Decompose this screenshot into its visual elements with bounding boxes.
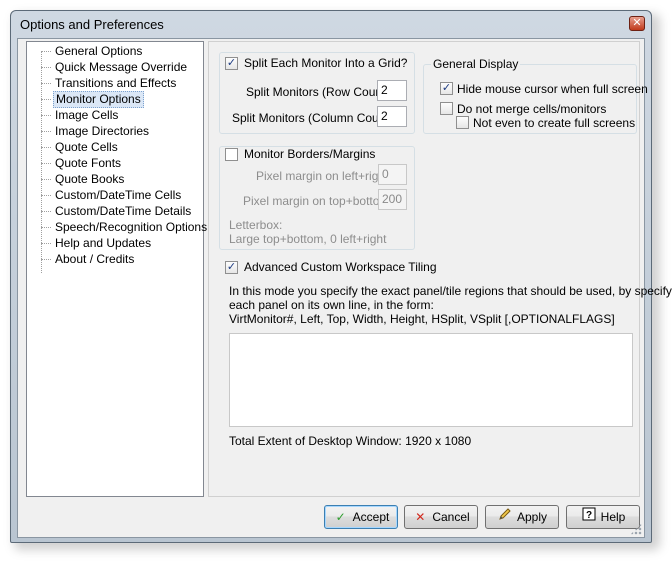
- window-title: Options and Preferences: [20, 17, 164, 32]
- borders-checkbox[interactable]: [225, 148, 238, 161]
- tree-item-label: Quick Message Override: [55, 60, 188, 74]
- cancel-button[interactable]: ✕ Cancel: [404, 505, 478, 529]
- row-count-input[interactable]: 2: [377, 80, 407, 101]
- column-count-input[interactable]: 2: [377, 106, 407, 127]
- tree-branch: [41, 115, 51, 116]
- tiling-regions-textarea[interactable]: [229, 333, 633, 427]
- monitor-options-pane: ✓ Split Each Monitor Into a Grid? Split …: [208, 41, 672, 497]
- hide-cursor-label: Hide mouse cursor when full screen: [457, 82, 648, 96]
- no-fullscreen-checkbox[interactable]: [456, 116, 469, 129]
- tree-branch: [41, 243, 51, 244]
- title-bar[interactable]: Options and Preferences ✕: [11, 11, 651, 37]
- tree-item-label: Custom/DateTime Details: [55, 204, 192, 218]
- letterbox-description: Large top+bottom, 0 left+right: [229, 232, 387, 246]
- column-count-label: Split Monitors (Column Count):: [232, 111, 397, 125]
- no-merge-label: Do not merge cells/monitors: [457, 102, 607, 116]
- split-grid-checkbox[interactable]: ✓: [225, 57, 238, 70]
- accept-label: Accept: [352, 510, 390, 524]
- help-icon: ?: [581, 506, 597, 528]
- no-fullscreen-label: Not even to create full screens: [473, 116, 636, 130]
- tree-item-label: Image Directories: [55, 124, 150, 138]
- check-icon: ✓: [226, 57, 237, 69]
- tree-item-label: General Options: [55, 44, 143, 58]
- pencil-icon: [497, 506, 513, 528]
- tree-branch: [41, 259, 51, 260]
- advanced-format-line: VirtMonitor#, Left, Top, Width, Height, …: [229, 312, 615, 326]
- borders-label: Monitor Borders/Margins: [242, 147, 378, 161]
- split-grid-label: Split Each Monitor Into a Grid?: [244, 56, 408, 70]
- margin-left-right-label: Pixel margin on left+right:: [256, 169, 392, 183]
- tree-item-label: Quote Fonts: [55, 156, 122, 170]
- row-count-label: Split Monitors (Row Count):: [246, 85, 393, 99]
- margin-top-bottom-label: Pixel margin on top+bottom:: [243, 194, 393, 208]
- tree-branch: [41, 227, 51, 228]
- options-window: Options and Preferences ✕ General Option…: [10, 10, 672, 543]
- margin-left-right-input[interactable]: 0: [378, 164, 407, 185]
- tree-item-label: About / Credits: [55, 252, 135, 266]
- margin-top-bottom-input[interactable]: 200: [378, 189, 407, 210]
- svg-text:?: ?: [586, 510, 592, 521]
- tree-branch: [41, 51, 51, 52]
- apply-label: Apply: [516, 510, 548, 524]
- no-merge-checkbox[interactable]: [440, 102, 453, 115]
- close-icon: ✕: [632, 17, 642, 29]
- check-icon: ✓: [441, 82, 452, 94]
- help-button[interactable]: ? Help: [566, 505, 640, 529]
- tree-branch: [41, 131, 51, 132]
- general-display-group-title: General Display: [431, 57, 521, 71]
- cancel-label: Cancel: [432, 510, 470, 524]
- desktop-extent-text: Total Extent of Desktop Window: 1920 x 1…: [229, 434, 472, 448]
- tree-branch: [41, 179, 51, 180]
- apply-button[interactable]: Apply: [485, 505, 559, 529]
- options-tree[interactable]: General Options Quick Message Override T…: [26, 41, 207, 497]
- check-icon: ✓: [226, 261, 237, 273]
- help-label: Help: [600, 510, 626, 524]
- tree-connector-line: [41, 51, 42, 273]
- tree-branch: [41, 211, 51, 212]
- cancel-x-icon: ✕: [415, 510, 426, 524]
- tree-branch: [41, 99, 51, 100]
- check-icon: ✓: [335, 510, 346, 524]
- close-button[interactable]: ✕: [629, 16, 645, 31]
- tree-item-label: Speech/Recognition Options: [55, 220, 208, 234]
- tree-item-label: Quote Books: [55, 172, 125, 186]
- tree-branch: [41, 195, 51, 196]
- tree-item-label: Help and Updates: [55, 236, 152, 250]
- tree-branch: [41, 67, 51, 68]
- tree-item-label: Monitor Options: [53, 91, 144, 108]
- tree-branch: [41, 83, 51, 84]
- client-area: General Options Quick Message Override T…: [17, 38, 672, 538]
- advanced-tiling-checkbox[interactable]: ✓: [225, 261, 238, 274]
- hide-cursor-checkbox[interactable]: ✓: [440, 82, 453, 95]
- accept-button[interactable]: ✓ Accept: [324, 505, 398, 529]
- tree-item-label: Custom/DateTime Cells: [55, 188, 182, 202]
- tree-branch: [41, 163, 51, 164]
- tree-branch: [41, 147, 51, 148]
- advanced-description-line-2: each panel on its own line, in the form:: [229, 298, 434, 312]
- letterbox-label: Letterbox:: [229, 218, 283, 232]
- advanced-tiling-label: Advanced Custom Workspace Tiling: [244, 260, 437, 274]
- tree-item-label: Image Cells: [55, 108, 119, 122]
- tree-item-label: Quote Cells: [55, 140, 118, 154]
- tree-item-label: Transitions and Effects: [55, 76, 177, 90]
- advanced-description-line-1: In this mode you specify the exact panel…: [229, 284, 672, 298]
